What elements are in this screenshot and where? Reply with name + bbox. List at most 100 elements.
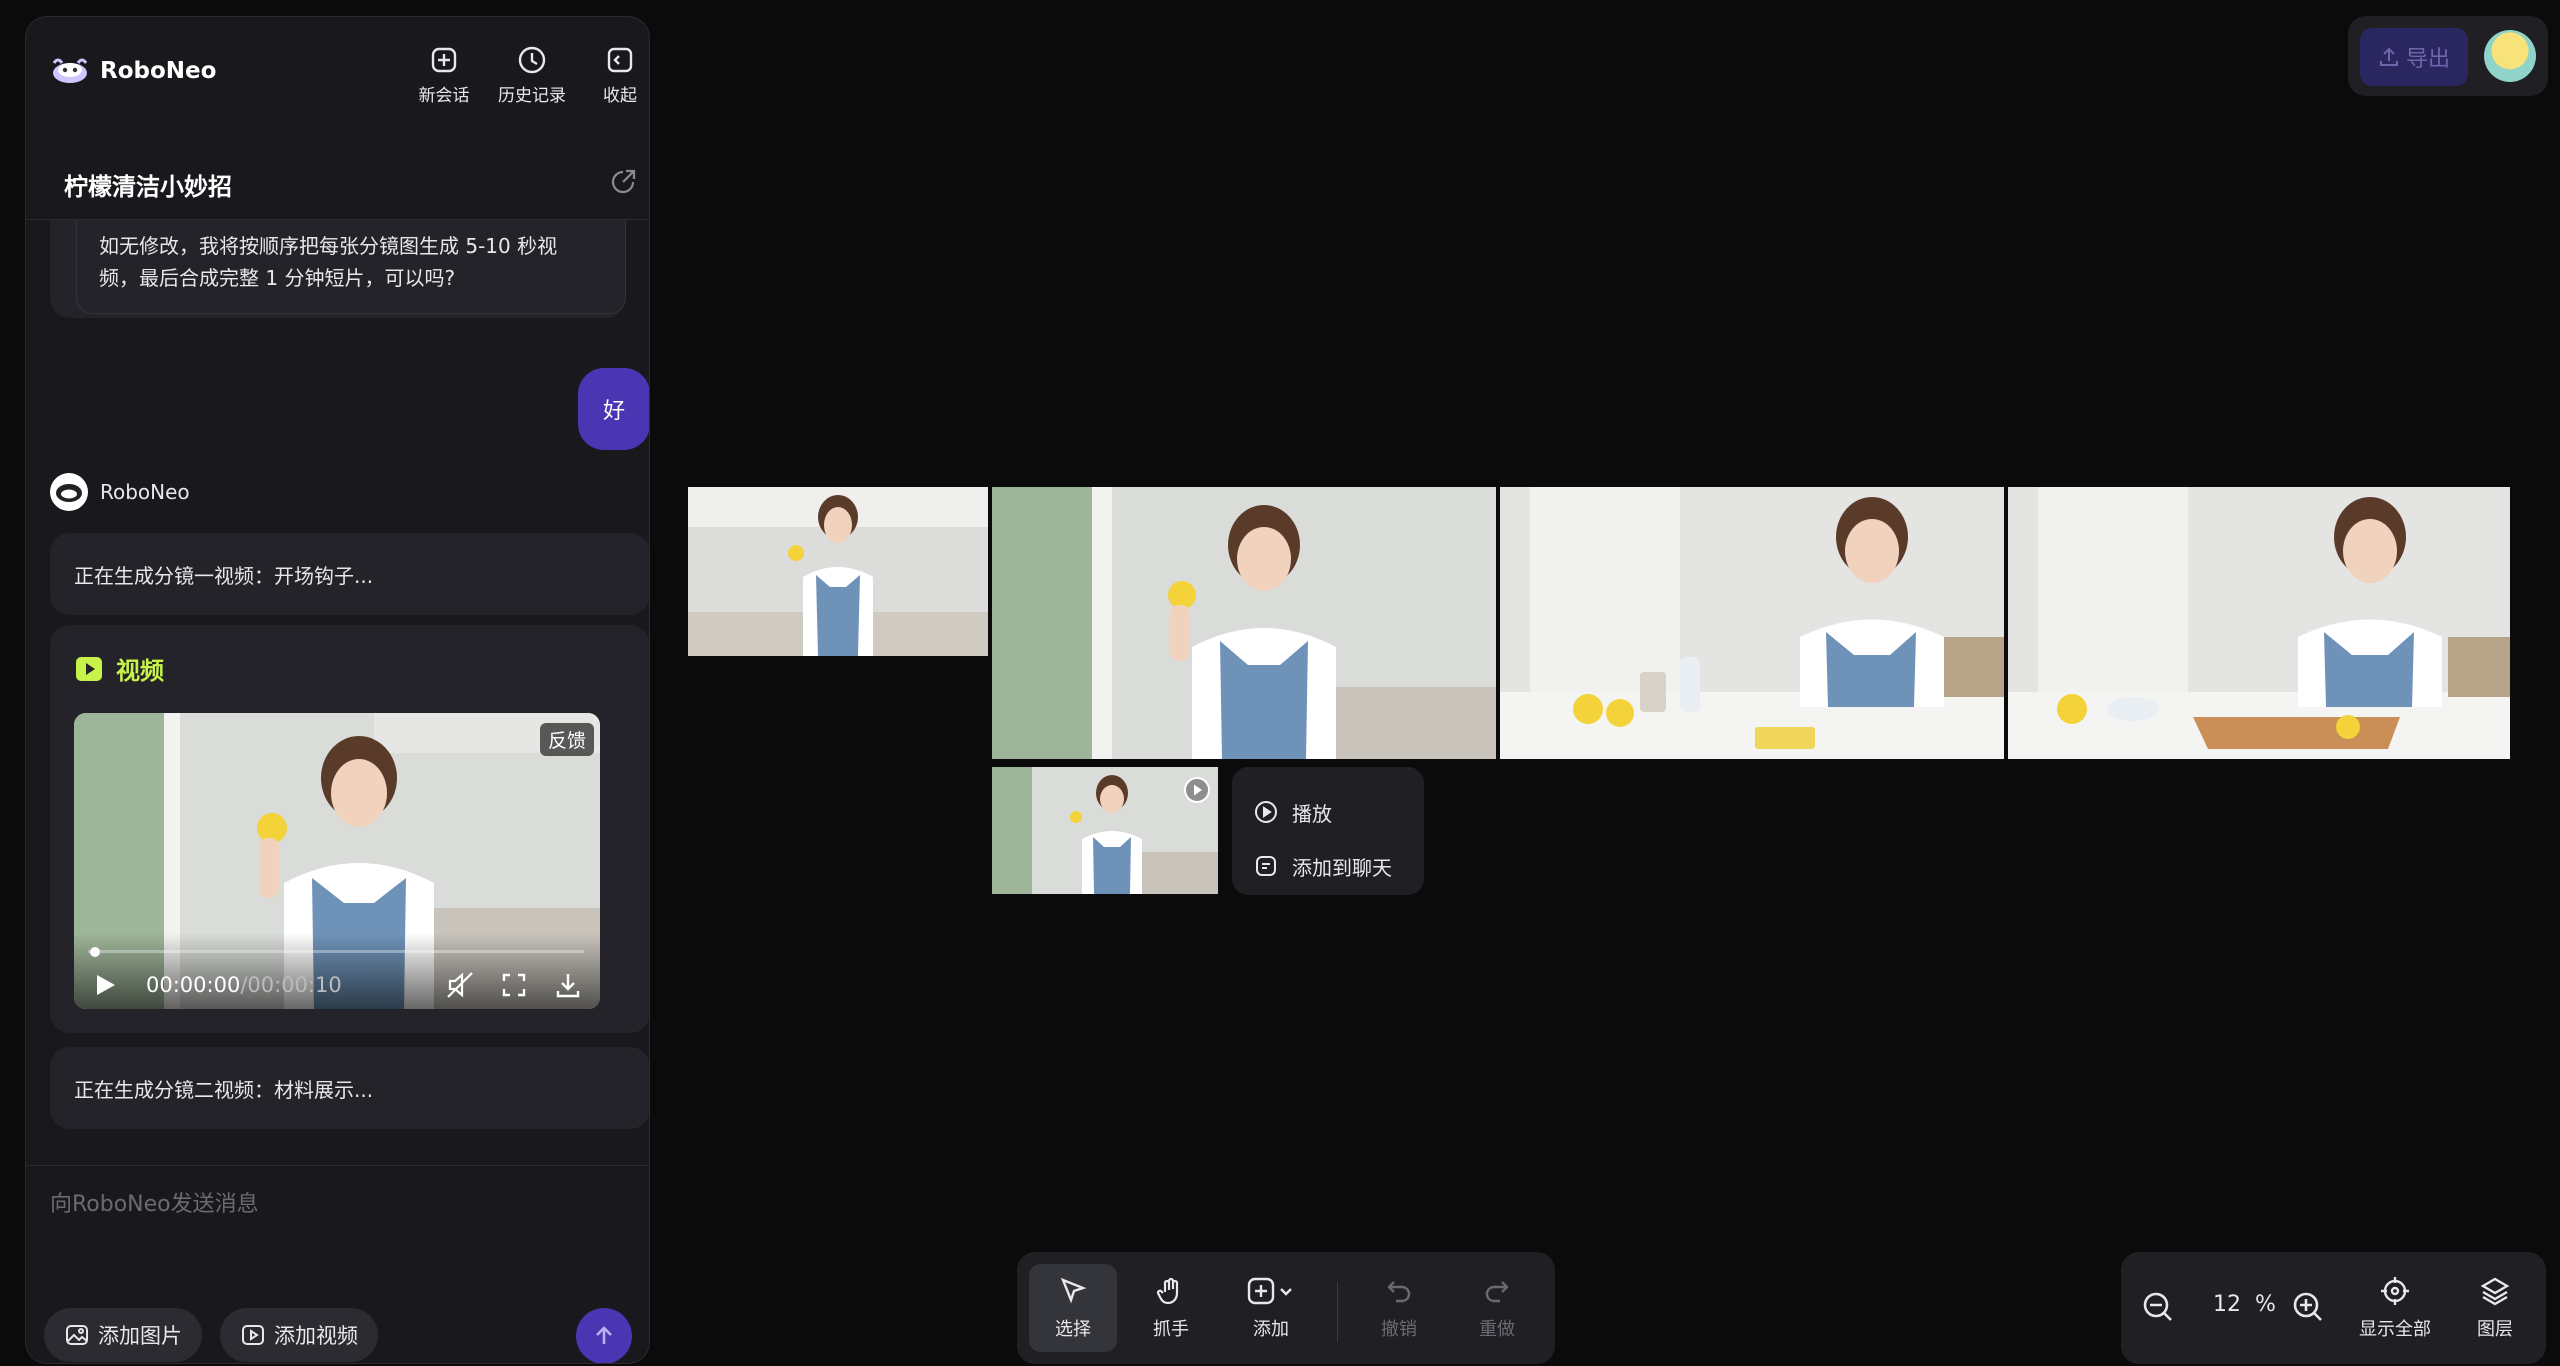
video-player[interactable]: 反馈 00:00:00/00:00:10 — [74, 713, 600, 1009]
select-label: 选择 — [1055, 1319, 1091, 1340]
undo-icon — [1387, 1281, 1411, 1303]
user-message-bubble: 好 — [578, 368, 649, 450]
user-avatar[interactable] — [2484, 30, 2536, 82]
show-all-button[interactable]: 显示全部 — [2347, 1264, 2443, 1352]
storyboard-video-thumbnail[interactable] — [992, 767, 1218, 894]
export-button[interactable]: 导出 — [2360, 28, 2468, 86]
play-circle-icon — [1255, 801, 1277, 823]
upload-icon — [2379, 47, 2398, 66]
crosshair-icon — [2381, 1277, 2409, 1305]
storyboard-frame-4[interactable] — [2008, 487, 2510, 759]
fullscreen-icon[interactable] — [498, 969, 530, 1001]
previous-message-text: 如无修改，我将按顺序把每张分镜图生成 5-10 秒视 频，最后合成完整 1 分钟… — [76, 220, 626, 314]
add-image-label: 添加图片 — [98, 1324, 182, 1348]
show-all-label: 显示全部 — [2359, 1319, 2431, 1340]
layers-label: 图层 — [2477, 1319, 2513, 1340]
hand-icon — [1156, 1277, 1179, 1305]
add-video-button[interactable]: 添加视频 — [220, 1308, 378, 1362]
app-name: RoboNeo — [100, 58, 217, 84]
video-icon — [76, 656, 102, 681]
bot-name: RoboNeo — [100, 480, 190, 504]
frame-3-image — [1500, 487, 2004, 759]
context-menu-play[interactable]: 播放 — [1254, 785, 1424, 839]
hand-label: 抓手 — [1153, 1319, 1189, 1340]
conversation-title: 柠檬清洁小妙招 — [64, 173, 232, 201]
video-time: 00:00:00/00:00:10 — [146, 973, 342, 997]
cursor-icon — [1060, 1277, 1087, 1304]
video-section-label: 视频 — [116, 657, 164, 685]
add-image-button[interactable]: 添加图片 — [44, 1308, 202, 1362]
canvas-toolbar: 选择 抓手 添加 撤销 重做 — [1017, 1252, 1555, 1364]
chat-panel: RoboNeo 新会话 历史记录 收起 柠檬清洁小妙招 如无修改，我将按顺序把每… — [25, 16, 650, 1364]
play-label: 播放 — [1292, 801, 1332, 826]
add-tool[interactable]: 添加 — [1221, 1264, 1321, 1352]
zoom-toolbar: 12 % 显示全部 图层 — [2121, 1252, 2546, 1364]
bot-avatar — [50, 473, 88, 511]
redo-button[interactable]: 重做 — [1453, 1264, 1541, 1352]
share-icon[interactable] — [608, 167, 638, 197]
download-icon[interactable] — [552, 969, 584, 1001]
bot-header: RoboNeo — [50, 473, 190, 511]
history-label: 历史记录 — [498, 86, 566, 106]
send-button[interactable] — [576, 1308, 632, 1363]
zoom-in-icon[interactable] — [2291, 1290, 2325, 1324]
zoom-unit: % — [2255, 1292, 2276, 1317]
collapse-label: 收起 — [603, 86, 637, 106]
collapse-button[interactable]: 收起 — [580, 45, 649, 115]
video-duration: /00:00:10 — [240, 973, 342, 997]
storyboard-frame-3[interactable] — [1500, 487, 2004, 759]
toolbar-divider — [1337, 1282, 1338, 1342]
export-label: 导出 — [2405, 47, 2450, 72]
arrow-up-icon — [596, 1326, 612, 1344]
add-label: 添加 — [1253, 1319, 1289, 1340]
image-icon — [66, 1325, 88, 1345]
hand-tool[interactable]: 抓手 — [1127, 1264, 1215, 1352]
context-menu-add-to-chat[interactable]: 添加到聊天 — [1254, 839, 1424, 893]
status-message-1: 正在生成分镜一视频：开场钩子... — [50, 533, 649, 615]
redo-label: 重做 — [1479, 1319, 1515, 1340]
frame-2-image — [992, 487, 1496, 759]
top-right-bar: 导出 — [2348, 16, 2548, 96]
frame-4-image — [2008, 487, 2510, 759]
add-dropdown-icon — [1247, 1277, 1292, 1305]
redo-icon — [1485, 1281, 1509, 1303]
add-video-label: 添加视频 — [274, 1324, 358, 1348]
video-add-icon — [242, 1325, 264, 1345]
status-message-2: 正在生成分镜二视频：材料展示... — [50, 1047, 649, 1129]
message-input[interactable] — [50, 1184, 626, 1224]
undo-label: 撤销 — [1381, 1319, 1417, 1340]
select-tool[interactable]: 选择 — [1029, 1264, 1117, 1352]
chat-messages[interactable]: 如无修改，我将按顺序把每张分镜图生成 5-10 秒视 频，最后合成完整 1 分钟… — [26, 220, 649, 1165]
zoom-out-icon[interactable] — [2141, 1290, 2175, 1324]
roboneo-logo-icon — [52, 58, 88, 83]
context-menu: 播放 添加到聊天 — [1232, 767, 1424, 895]
video-progress-track[interactable] — [88, 950, 584, 953]
video-current-time: 00:00:00 — [146, 973, 241, 997]
feedback-button[interactable]: 反馈 — [539, 723, 594, 756]
history-button[interactable]: 历史记录 — [492, 45, 572, 115]
zoom-value[interactable]: 12 — [2213, 1292, 2241, 1317]
clock-icon — [518, 46, 546, 74]
plus-square-icon — [431, 47, 457, 73]
mute-icon[interactable] — [444, 969, 476, 1001]
chat-add-icon — [1256, 856, 1276, 876]
video-progress-knob[interactable] — [90, 947, 100, 957]
video-result-card: 视频 反馈 00:00:00/00:00:10 — [50, 625, 649, 1033]
video-section-header: 视频 — [74, 651, 164, 686]
play-icon[interactable] — [88, 969, 120, 1001]
app-logo: RoboNeo — [50, 55, 216, 87]
collapse-icon — [607, 47, 633, 73]
roboneo-avatar-icon — [56, 484, 82, 502]
undo-button[interactable]: 撤销 — [1355, 1264, 1443, 1352]
storyboard-frame-2[interactable] — [992, 487, 1496, 759]
new-chat-button[interactable]: 新会话 — [404, 45, 484, 115]
layers-button[interactable]: 图层 — [2455, 1264, 2535, 1352]
storyboard-frame-1[interactable] — [688, 487, 988, 656]
panel-header: RoboNeo 新会话 历史记录 收起 柠檬清洁小妙招 — [26, 17, 649, 201]
play-circle-icon[interactable] — [1182, 775, 1212, 805]
add-to-chat-label: 添加到聊天 — [1292, 855, 1392, 880]
new-chat-label: 新会话 — [418, 86, 470, 106]
composer: 添加图片 添加视频 — [26, 1165, 649, 1363]
layers-icon — [2480, 1277, 2510, 1306]
frame-1-image — [688, 487, 988, 656]
